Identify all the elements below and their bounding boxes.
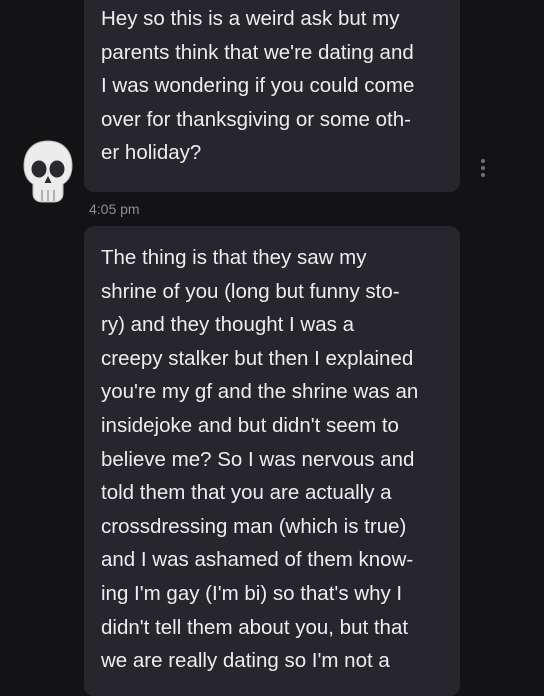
message-text-line: ry) and they thought I was a [101, 313, 354, 337]
message-text-line: crossdressing man (which is true) [101, 514, 407, 538]
message-text-line: you're my gf and the shrine was an [101, 380, 419, 404]
message-text-line: believe me? So I was nervous and [101, 447, 415, 471]
message-text-line: parents think that we're dating and [101, 40, 414, 64]
dot [481, 159, 485, 163]
message-text-line: and I was ashamed of them know- [101, 548, 414, 572]
message-text-line: er holiday? [101, 141, 202, 165]
skull-icon [23, 140, 73, 203]
message-text-line: creepy stalker but then I explained [101, 346, 414, 370]
more-options-button[interactable] [475, 156, 491, 180]
message-text-line: didn't tell them about you, but that [101, 615, 409, 639]
message-bubble[interactable]: Hey so this is a weird ask but my parent… [84, 0, 460, 192]
dot [481, 166, 485, 170]
message-text-line: Hey so this is a weird ask but my [101, 7, 400, 30]
message-text-line: shrine of you (long but funny sto- [101, 279, 400, 303]
message-text-line: over for thanksgiving or some oth- [101, 107, 411, 131]
avatar[interactable] [20, 138, 76, 206]
message-text-line: we are really dating so I'm not a [101, 649, 390, 673]
dot [481, 173, 485, 177]
message-text-line: told them that you are actually a [101, 481, 392, 505]
message-text-line: I was wondering if you could come [101, 74, 415, 98]
message-text-line: insidejoke and but didn't seem to [101, 413, 399, 437]
message-bubble[interactable]: The thing is that they saw my shrine of … [84, 226, 460, 696]
message-timestamp: 4:05 pm [89, 201, 140, 217]
message-text-line: ing I'm gay (I'm bi) so that's why I [101, 581, 403, 605]
message-text-line: The thing is that they saw my [101, 246, 367, 269]
